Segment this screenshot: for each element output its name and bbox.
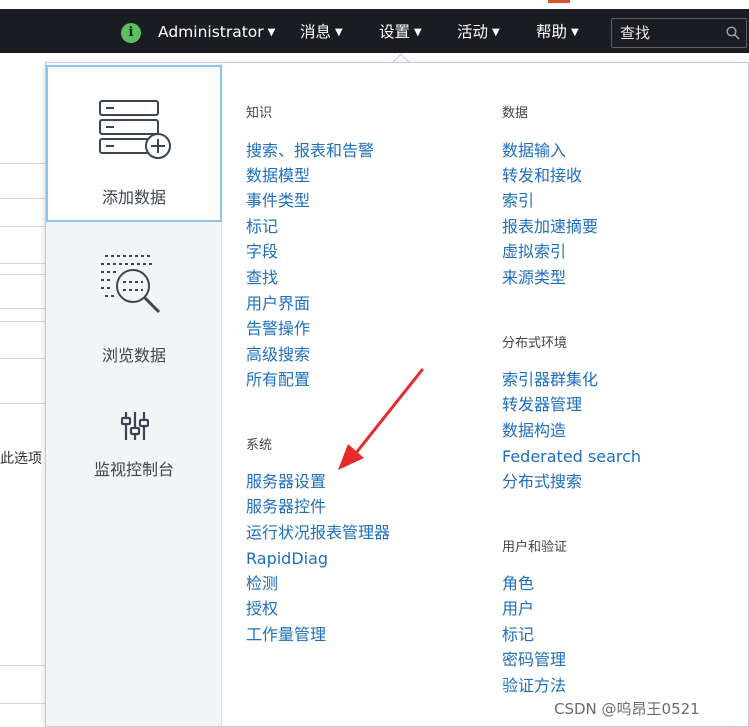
add-data-icon (99, 100, 171, 159)
divider (0, 321, 45, 322)
user-menu[interactable]: Administrator ▼ (158, 21, 275, 43)
link-lookups[interactable]: 查找 (246, 267, 278, 289)
divider (0, 263, 45, 264)
divider (0, 274, 45, 275)
link-server-settings[interactable]: 服务器设置 (246, 471, 326, 493)
link-indexes[interactable]: 索引 (502, 190, 534, 212)
info-icon: i (121, 23, 141, 43)
link-tags[interactable]: 标记 (246, 216, 278, 238)
link-federated-search[interactable]: Federated search (502, 446, 641, 468)
add-data-label: 添加数据 (101, 188, 166, 207)
browser-tab-indicator (548, 0, 570, 3)
link-fields[interactable]: 字段 (246, 241, 278, 263)
background-partial-text: 此选项 (0, 451, 42, 467)
link-data-inputs[interactable]: 数据输入 (502, 140, 566, 162)
caret-down-icon: ▼ (267, 27, 276, 38)
link-rapiddiag[interactable]: RapidDiag (246, 548, 328, 570)
monitoring-console-label: 监视控制台 (93, 460, 174, 479)
annotation-arrow (338, 368, 424, 470)
divider (0, 703, 45, 704)
link-auth-tokens[interactable]: 标记 (502, 624, 534, 646)
link-health-report-manager[interactable]: 运行状况报表管理器 (246, 522, 390, 544)
settings-label: 设置 (379, 23, 411, 41)
search-box (611, 18, 747, 48)
link-workload-management[interactable]: 工作量管理 (246, 624, 326, 646)
caret-down-icon: ▼ (571, 27, 579, 38)
search-input[interactable] (620, 23, 720, 43)
messages-menu[interactable]: 消息 ▼ (300, 21, 343, 43)
divider (0, 403, 45, 404)
link-indexer-clustering[interactable]: 索引器群集化 (502, 369, 598, 391)
help-label: 帮助 (536, 23, 568, 41)
help-menu[interactable]: 帮助 ▼ (536, 21, 579, 43)
link-all-configurations[interactable]: 所有配置 (246, 369, 310, 391)
monitoring-console-tile[interactable]: 监视控制台 (46, 376, 222, 486)
link-user-interface[interactable]: 用户界面 (246, 293, 310, 315)
activity-label: 活动 (457, 23, 489, 41)
link-instrumentation[interactable]: 检测 (246, 573, 278, 595)
divider (0, 198, 45, 199)
divider (0, 308, 45, 309)
add-data-tile[interactable]: 添加数据 (46, 65, 222, 222)
explore-data-label: 浏览数据 (101, 346, 166, 365)
link-searches-reports-alerts[interactable]: 搜索、报表和告警 (246, 140, 374, 162)
divider (0, 358, 45, 359)
caret-down-icon: ▼ (414, 27, 422, 38)
link-forwarding-receiving[interactable]: 转发和接收 (502, 165, 582, 187)
section-title-distributed: 分布式环境 (502, 336, 568, 351)
link-event-types[interactable]: 事件类型 (246, 190, 310, 212)
divider (0, 163, 45, 164)
divider (0, 226, 45, 227)
explore-data-tile[interactable]: 浏览数据 (46, 224, 222, 374)
monitoring-console-icon (121, 412, 149, 440)
divider (0, 665, 45, 666)
caret-down-icon: ▼ (492, 27, 500, 38)
section-title-knowledge: 知识 (246, 106, 273, 121)
search-icon[interactable] (726, 26, 740, 40)
messages-label: 消息 (300, 23, 332, 41)
settings-menu[interactable]: 设置 ▼ (379, 21, 422, 43)
link-distributed-search[interactable]: 分布式搜索 (502, 471, 582, 493)
quick-actions-column: 添加数据 浏览数据 监视控制台 (46, 63, 222, 726)
caret-down-icon: ▼ (335, 27, 343, 38)
link-password-management[interactable]: 密码管理 (502, 649, 566, 671)
link-licensing[interactable]: 授权 (246, 598, 278, 620)
link-advanced-search[interactable]: 高级搜索 (246, 344, 310, 366)
link-forwarder-management[interactable]: 转发器管理 (502, 394, 582, 416)
link-users[interactable]: 用户 (502, 598, 534, 620)
user-name: Administrator (158, 23, 264, 41)
link-virtual-indexes[interactable]: 虚拟索引 (502, 241, 566, 263)
browser-strip (0, 0, 749, 9)
explore-data-icon (101, 255, 161, 314)
background-page: 此选项 (0, 53, 45, 727)
watermark: CSDN @呜昂王0521 (554, 700, 700, 718)
section-title-users-auth: 用户和验证 (502, 540, 568, 555)
top-navigation-bar: i Administrator ▼ 消息 ▼ 设置 ▼ 活动 ▼ 帮助 ▼ (0, 0, 749, 53)
link-roles[interactable]: 角色 (502, 573, 534, 595)
activity-menu[interactable]: 活动 ▼ (457, 21, 500, 43)
link-server-controls[interactable]: 服务器控件 (246, 496, 326, 518)
section-title-data: 数据 (502, 106, 529, 121)
section-title-system: 系统 (246, 438, 273, 453)
link-data-fabric[interactable]: 数据构造 (502, 420, 566, 442)
link-alert-actions[interactable]: 告警操作 (246, 318, 310, 340)
link-authentication-methods[interactable]: 验证方法 (502, 675, 566, 697)
link-data-models[interactable]: 数据模型 (246, 165, 310, 187)
link-report-acceleration[interactable]: 报表加速摘要 (502, 216, 598, 238)
link-source-types[interactable]: 来源类型 (502, 267, 566, 289)
